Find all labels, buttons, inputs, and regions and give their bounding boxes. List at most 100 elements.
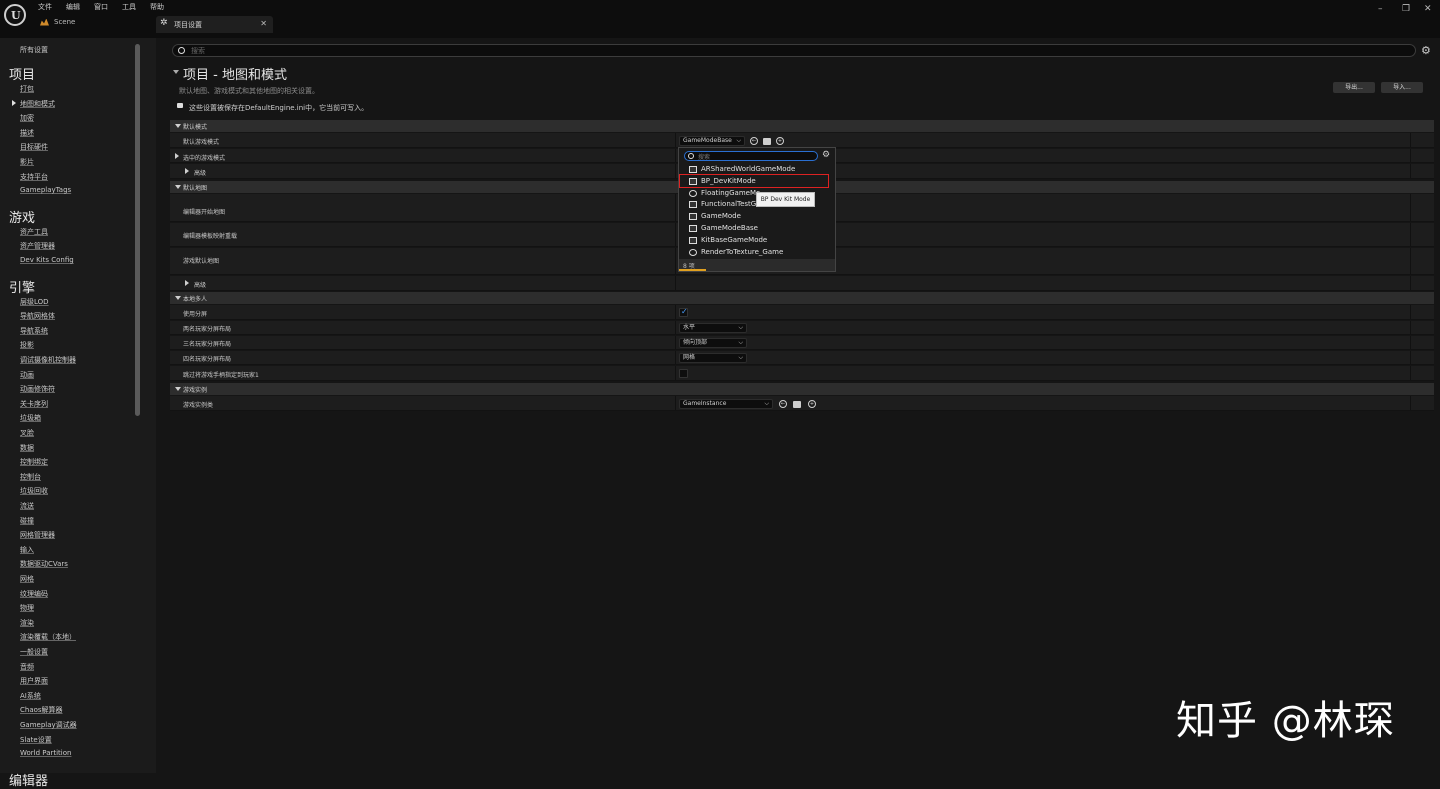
close-window-button[interactable]: ✕: [1424, 4, 1432, 14]
sidebar-item[interactable]: 控制绑定: [20, 457, 48, 467]
sidebar-item[interactable]: AI系统: [20, 691, 41, 701]
import-button[interactable]: 导入...: [1381, 82, 1423, 93]
sidebar-item[interactable]: 渲染覆载（本地）: [20, 632, 76, 642]
add-icon[interactable]: +: [808, 400, 816, 408]
row-label: 游戏实例类: [183, 402, 214, 409]
tab-project-settings-label: 项目设置: [174, 21, 202, 29]
sidebar-scrollbar[interactable]: [135, 44, 140, 416]
picker-item-label: RenderToTexture_Game: [701, 247, 784, 256]
search-input[interactable]: 搜索: [191, 46, 205, 56]
section-default-modes[interactable]: 默认模式: [170, 120, 1434, 132]
menu-edit[interactable]: 编辑: [66, 2, 80, 12]
sidebar-item[interactable]: 用户界面: [20, 676, 48, 686]
sidebar-item[interactable]: 数据: [20, 443, 34, 453]
menu-tools[interactable]: 工具: [122, 2, 136, 12]
sidebar-item[interactable]: 一般设置: [20, 647, 48, 657]
minimize-button[interactable]: –: [1378, 4, 1383, 14]
tab-project-settings[interactable]: ✲ 项目设置 ✕: [156, 16, 273, 33]
browse-folder-icon[interactable]: [763, 138, 771, 145]
picker-search-input[interactable]: 搜索: [698, 152, 710, 161]
game-instance-dropdown[interactable]: GameInstance ⌵: [679, 399, 773, 409]
sidebar-item[interactable]: 输入: [20, 545, 34, 555]
sidebar-item[interactable]: 叉脸: [20, 428, 34, 438]
expand-icon: [175, 185, 181, 189]
sidebar-item[interactable]: Dev Kits Config: [20, 256, 74, 264]
sidebar-item[interactable]: 网格: [20, 574, 34, 584]
export-button[interactable]: 导出...: [1333, 82, 1375, 93]
sidebar-item[interactable]: 物理: [20, 603, 34, 613]
sidebar-item[interactable]: GameplayTags: [20, 186, 71, 194]
use-splitscreen-checkbox[interactable]: ✓: [679, 307, 688, 317]
unlock-icon: [177, 103, 183, 108]
gear-icon[interactable]: ⚙: [822, 150, 830, 160]
picker-item[interactable]: KitBaseGameMode: [689, 235, 829, 246]
sidebar-item[interactable]: World Partition: [20, 749, 71, 757]
picker-item[interactable]: GameModeBase: [689, 223, 829, 234]
close-tab-icon[interactable]: ✕: [260, 19, 267, 28]
scene-tab[interactable]: Scene: [40, 18, 75, 26]
blueprint-icon: [689, 201, 697, 209]
expand-right-icon: [185, 168, 189, 174]
sidebar-item[interactable]: 流送: [20, 501, 34, 511]
section-local-multiplayer[interactable]: 本地多人: [170, 292, 1434, 304]
sidebar-item[interactable]: 影片: [20, 157, 34, 167]
gear-icon[interactable]: ⚙: [1421, 44, 1431, 57]
chevron-down-icon: ⌵: [736, 137, 741, 144]
sidebar-item[interactable]: Chaos解算器: [20, 705, 63, 715]
sidebar-item[interactable]: 支持平台: [20, 172, 48, 182]
row-advanced-2[interactable]: 高级: [170, 276, 1434, 291]
picker-item[interactable]: RenderToTexture_Game: [689, 247, 829, 258]
section-label: 本地多人: [183, 296, 208, 303]
dropdown-value: GameInstance: [683, 400, 727, 407]
sidebar-item[interactable]: 控制台: [20, 472, 41, 482]
sidebar-item[interactable]: 垃圾箱: [20, 413, 41, 423]
sidebar-item[interactable]: 动画修饰符: [20, 384, 55, 394]
sidebar-item[interactable]: 音频: [20, 662, 34, 672]
sidebar-item[interactable]: 数据驱动CVars: [20, 559, 68, 569]
sidebar-item[interactable]: 地图和模式: [20, 99, 55, 109]
maximize-button[interactable]: ❐: [1402, 4, 1410, 14]
four-player-layout-dropdown[interactable]: 网格 ⌵: [679, 353, 747, 363]
game-mode-dropdown[interactable]: GameModeBase ⌵: [679, 136, 745, 146]
unreal-logo-icon[interactable]: U: [4, 4, 26, 26]
sidebar-item[interactable]: 动画: [20, 370, 34, 380]
sidebar-item[interactable]: 投影: [20, 340, 34, 350]
skip-gamepad-checkbox[interactable]: [679, 369, 688, 378]
picker-item[interactable]: GameMode: [689, 211, 829, 222]
sidebar-item[interactable]: 调试摄像机控制器: [20, 355, 76, 365]
collapse-title-icon[interactable]: [173, 70, 179, 74]
sidebar-item[interactable]: 导航网格体: [20, 311, 55, 321]
settings-search[interactable]: 搜索: [172, 44, 1416, 57]
sidebar-item[interactable]: 纹理编码: [20, 589, 48, 599]
sidebar-item[interactable]: 导航系统: [20, 326, 48, 336]
add-icon[interactable]: +: [776, 137, 784, 145]
scene-tab-label: Scene: [54, 18, 76, 26]
menu-file[interactable]: 文件: [38, 2, 52, 12]
browse-folder-icon[interactable]: [793, 401, 801, 408]
sidebar-item[interactable]: 关卡序列: [20, 399, 48, 409]
sidebar-item[interactable]: Gameplay调试器: [20, 720, 77, 730]
sidebar-item[interactable]: 资产管理器: [20, 241, 55, 251]
sidebar-item[interactable]: 加密: [20, 113, 34, 123]
use-selected-icon[interactable]: ←: [779, 400, 787, 408]
row-label: 高级: [194, 170, 207, 177]
picker-search[interactable]: 搜索: [684, 151, 818, 161]
use-selected-icon[interactable]: ←: [750, 137, 758, 145]
two-player-layout-dropdown[interactable]: 水平 ⌵: [679, 323, 747, 333]
sidebar-item[interactable]: 网格管理器: [20, 530, 55, 540]
sidebar-item[interactable]: 打包: [20, 84, 34, 94]
section-game-instance[interactable]: 游戏实例: [170, 383, 1434, 395]
three-player-layout-dropdown[interactable]: 倾向顶部 ⌵: [679, 338, 747, 348]
sidebar-item[interactable]: 碰撞: [20, 516, 34, 526]
menu-window[interactable]: 窗口: [94, 2, 108, 12]
sidebar-item[interactable]: 垃圾回收: [20, 486, 48, 496]
sidebar-item[interactable]: 描述: [20, 128, 34, 138]
menu-help[interactable]: 帮助: [150, 2, 164, 12]
sidebar-item[interactable]: 层级LOD: [20, 297, 49, 307]
sidebar-item[interactable]: 资产工具: [20, 227, 48, 237]
sidebar-item[interactable]: Slate设置: [20, 735, 52, 745]
sidebar-item[interactable]: 渲染: [20, 618, 34, 628]
blueprint-icon: [689, 166, 697, 173]
sidebar-all-settings[interactable]: 所有设置: [20, 45, 48, 55]
sidebar-item[interactable]: 目标硬件: [20, 142, 48, 152]
